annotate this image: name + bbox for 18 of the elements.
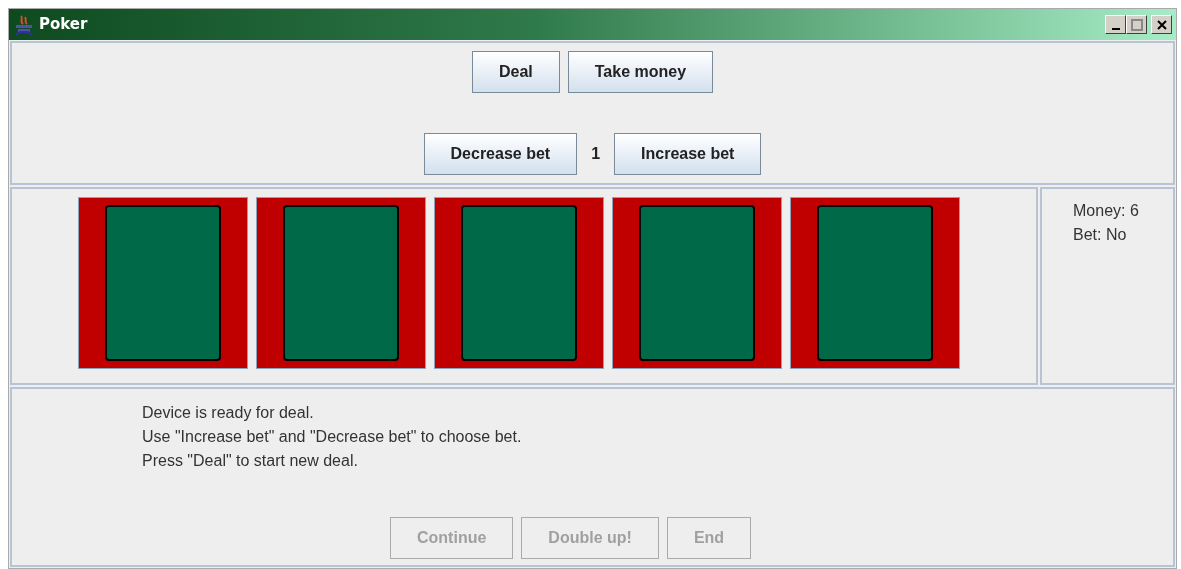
message-text: Device is ready for deal.	[142, 403, 315, 423]
bet-label: Bet: No	[1073, 225, 1128, 245]
decrease-bet-button[interactable]: Decrease bet	[423, 133, 578, 175]
minimize-button[interactable]	[1105, 15, 1126, 34]
maximize-icon	[1130, 18, 1143, 31]
window-title: Poker	[39, 14, 88, 36]
deal-button[interactable]: Deal	[471, 51, 560, 93]
minimize-icon	[1111, 27, 1120, 30]
increase-bet-button[interactable]: Increase bet	[614, 133, 762, 175]
take-money-button[interactable]: Take money	[567, 51, 714, 93]
message-text: Press "Deal" to start new deal.	[142, 451, 359, 471]
message-text: Use "Increase bet" and "Decrease bet" to choose bet.	[142, 427, 523, 447]
close-button[interactable]	[1151, 15, 1172, 34]
money-label: Money: 6	[1073, 201, 1140, 221]
maximize-button[interactable]	[1126, 15, 1147, 34]
app-icon	[13, 13, 35, 36]
close-icon	[1156, 19, 1167, 30]
bet-value: 1	[590, 144, 602, 164]
